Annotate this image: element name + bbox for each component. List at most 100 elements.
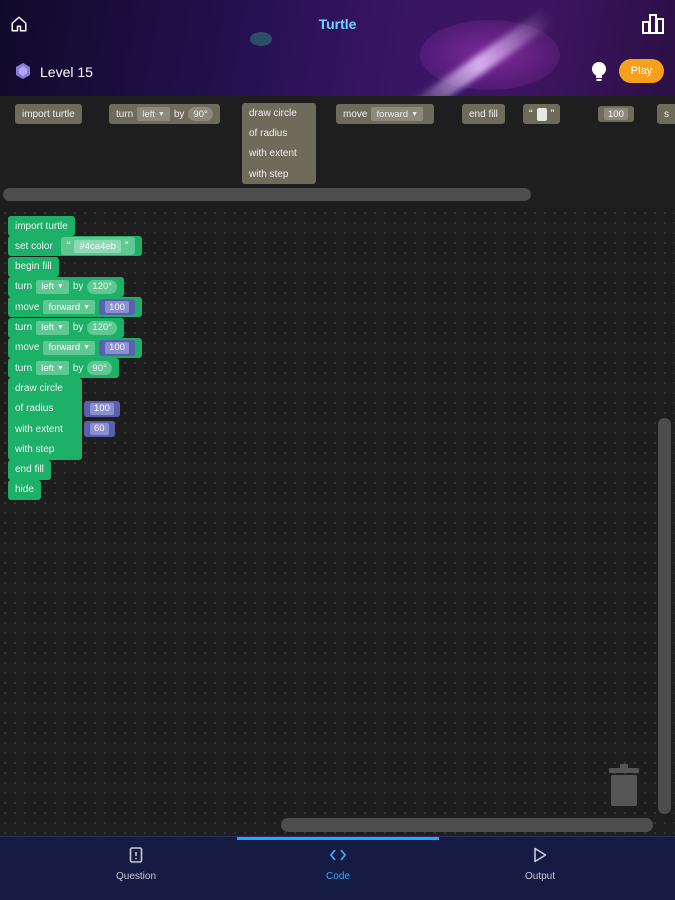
page-title: Turtle	[318, 16, 357, 32]
block-label: import turtle	[22, 108, 75, 120]
toolbox-horizontal-scrollbar[interactable]	[3, 188, 531, 201]
block-label: with extent	[15, 423, 63, 435]
tab-code-label: Code	[326, 871, 350, 882]
direction-value: forward	[376, 108, 409, 120]
dropdown-arrow-icon: ▼	[56, 324, 64, 331]
workspace-set-color-block[interactable]: set color “#4ca4eb”	[8, 236, 142, 257]
toolbox-draw-circle-block[interactable]: draw circle of radius with extent with s…	[242, 103, 316, 184]
dropdown-arrow-icon: ▼	[157, 110, 165, 118]
dropdown-arrow-icon: ▼	[56, 364, 64, 372]
color-value-field[interactable]: #4ca4eb	[74, 239, 121, 253]
direction-dropdown[interactable]: forward ▼	[43, 300, 96, 315]
number-field[interactable]: 100	[105, 341, 129, 354]
color-string-block[interactable]: “#4ca4eb”	[60, 237, 135, 256]
trash-can-icon[interactable]	[607, 764, 641, 806]
header-top-bar: Turtle	[0, 0, 675, 48]
direction-value: left	[142, 108, 155, 120]
hint-lightbulb-icon[interactable]	[590, 61, 608, 83]
number-field[interactable]: 60	[90, 422, 109, 435]
direction-dropdown[interactable]: left ▼	[36, 279, 69, 294]
workspace-vertical-scrollbar[interactable]	[658, 418, 671, 814]
block-label: end fill	[469, 108, 498, 120]
level-label: Level 15	[40, 64, 93, 80]
workspace-move-block[interactable]: move forward ▼ 100	[8, 297, 142, 318]
block-label: by	[72, 322, 84, 333]
play-triangle-icon	[534, 847, 547, 863]
direction-value: left	[41, 281, 54, 293]
dropdown-arrow-icon: ▼	[83, 344, 91, 352]
block-label: by	[72, 281, 84, 293]
block-label: s	[664, 108, 669, 120]
toolbox-turn-block[interactable]: turn left ▼ by 90°	[109, 104, 220, 124]
direction-value: forward	[48, 301, 81, 313]
string-field[interactable]	[536, 107, 547, 121]
toolbox-import-turtle-block[interactable]: import turtle	[15, 104, 82, 124]
quote-close: ”	[124, 240, 129, 253]
tab-code[interactable]: Code	[278, 847, 398, 893]
workspace-end-fill-block[interactable]: end fill	[8, 459, 51, 480]
bar-chart-icon	[642, 14, 664, 34]
number-field[interactable]: 100	[105, 301, 129, 314]
direction-dropdown[interactable]: left ▼	[36, 361, 69, 376]
toolbox-string-block[interactable]: “ ”	[523, 104, 561, 124]
number-field[interactable]: 100	[604, 108, 628, 120]
workspace-draw-circle-block[interactable]: draw circle of radius 100 with extent 60 with…	[8, 378, 120, 460]
direction-dropdown[interactable]: left ▼	[36, 320, 69, 335]
direction-value: left	[41, 362, 54, 374]
quote-close: ”	[550, 108, 555, 120]
direction-value: left	[41, 322, 54, 333]
toolbox-number-block[interactable]: 100	[598, 106, 634, 122]
block-row: draw circle	[242, 103, 316, 123]
distance-number-block[interactable]: 100	[99, 339, 135, 356]
block-label: of radius	[249, 127, 288, 139]
toolbox-move-block[interactable]: move forward ▼	[336, 104, 435, 124]
tab-output-label: Output	[524, 871, 556, 882]
tab-output[interactable]: Output	[480, 847, 600, 893]
direction-value: forward	[48, 342, 81, 354]
block-label: move	[15, 301, 40, 313]
direction-dropdown[interactable]: left ▼	[137, 107, 170, 121]
degree-field[interactable]: 120°	[87, 279, 118, 294]
radius-number-block[interactable]: 100	[84, 400, 120, 417]
workspace-turn-block[interactable]: turn left ▼ by 120°	[8, 276, 125, 297]
workspace-turn-block[interactable]: turn left ▼ by 120°	[8, 317, 125, 338]
block-label: set color	[15, 240, 53, 252]
distance-number-block[interactable]: 100	[99, 299, 135, 316]
dropdown-arrow-icon: ▼	[56, 283, 64, 291]
workspace-horizontal-scrollbar[interactable]	[281, 818, 653, 832]
code-workspace[interactable]: import turtle set color “#4ca4eb” begin fil…	[0, 208, 675, 836]
level-bar: Level 15 Play	[0, 56, 675, 88]
quote-open: “	[529, 108, 533, 120]
level-gem-icon	[16, 63, 30, 79]
number-field[interactable]: 100	[90, 402, 114, 415]
degree-field[interactable]: 120°	[87, 320, 118, 335]
block-label: by	[173, 108, 185, 120]
workspace-text-block[interactable]: begin fill	[8, 256, 59, 277]
degree-field[interactable]: 90°	[87, 361, 112, 376]
block-toolbox: import turtle turn left ▼ by 90° draw cir…	[0, 96, 675, 208]
direction-dropdown[interactable]: forward ▼	[371, 107, 424, 121]
block-label: import turtle	[15, 220, 68, 232]
workspace-hide-block[interactable]: hide	[8, 479, 41, 500]
tab-question-label: Question	[115, 871, 157, 882]
degree-field[interactable]: 90°	[188, 107, 213, 121]
toolbox-end-fill-block[interactable]: end fill	[462, 104, 505, 124]
block-label: begin fill	[15, 261, 52, 273]
block-label: with extent	[249, 148, 297, 160]
extent-number-block[interactable]: 60	[84, 420, 115, 437]
toolbox-partial-block[interactable]: s	[657, 104, 675, 124]
workspace-turn-block[interactable]: turn left ▼ by 90°	[8, 358, 119, 379]
block-label: turn	[116, 108, 134, 120]
leaderboard-button[interactable]	[641, 13, 665, 35]
block-label: draw circle	[249, 107, 297, 119]
tab-question[interactable]: Question	[76, 847, 196, 893]
direction-dropdown[interactable]: forward ▼	[43, 340, 96, 355]
block-label: of radius	[15, 403, 54, 415]
code-brackets-icon	[329, 849, 347, 861]
workspace-move-block[interactable]: move forward ▼ 100	[8, 337, 142, 358]
block-label: move	[343, 108, 368, 120]
block-label: draw circle	[15, 383, 63, 395]
workspace-text-block[interactable]: import turtle	[8, 216, 75, 236]
active-tab-indicator	[237, 837, 439, 840]
play-button[interactable]: Play	[619, 59, 664, 83]
